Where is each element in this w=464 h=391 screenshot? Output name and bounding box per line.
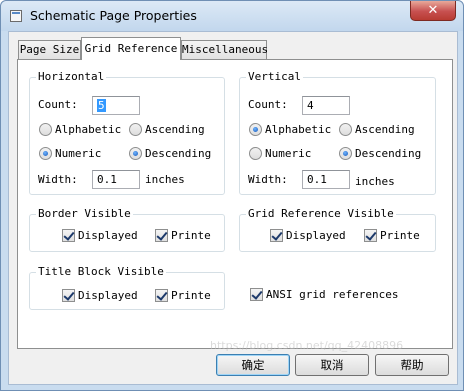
window-title: Schematic Page Properties: [30, 8, 197, 23]
vertical-width-unit: inches: [355, 175, 395, 188]
vertical-width-input[interactable]: 0.1: [302, 170, 350, 189]
vertical-group: Vertical Count: 4 Alphabetic Ascending N…: [239, 70, 436, 195]
horizontal-group: Horizontal Count: 5 Alphabetic Ascending…: [29, 70, 225, 195]
dialog-body: Page Size Grid Reference Miscellaneous H…: [8, 31, 458, 385]
horizontal-numeric-label: Numeric: [55, 147, 102, 160]
tab-page-size[interactable]: Page Size: [18, 40, 81, 59]
grid-reference-panel: Horizontal Count: 5 Alphabetic Ascending…: [17, 59, 453, 349]
titleblock-displayed-checkbox[interactable]: [62, 289, 75, 302]
close-button[interactable]: ✕: [410, 1, 456, 21]
border-displayed-label: Displayed: [78, 229, 138, 242]
window-icon: [10, 10, 22, 22]
vertical-width-label: Width:: [248, 173, 288, 186]
horizontal-ascending-radio[interactable]: [129, 123, 142, 136]
horizontal-group-title: Horizontal: [36, 70, 107, 84]
gridref-printed-label: Printe: [380, 229, 420, 242]
ansi-grid-references-label: ANSI grid references: [266, 288, 399, 301]
title-bar[interactable]: Schematic Page Properties: [1, 1, 463, 31]
vertical-group-title: Vertical: [246, 70, 303, 84]
horizontal-alphabetic-label: Alphabetic: [55, 123, 122, 136]
vertical-alphabetic-label: Alphabetic: [265, 123, 332, 136]
title-block-visible-group: Title Block Visible Displayed Printe: [29, 265, 225, 310]
ok-button[interactable]: 确定: [216, 354, 290, 376]
vertical-ascending-label: Ascending: [355, 123, 415, 136]
horizontal-descending-radio[interactable]: [129, 147, 142, 160]
border-printed-checkbox[interactable]: [155, 229, 168, 242]
vertical-alphabetic-radio[interactable]: [249, 123, 262, 136]
grid-reference-visible-group: Grid Reference Visible Displayed Printe: [239, 207, 436, 252]
help-button[interactable]: 帮助: [375, 354, 449, 376]
horizontal-count-label: Count:: [38, 98, 78, 111]
titleblock-printed-label: Printe: [171, 289, 211, 302]
vertical-count-label: Count:: [248, 98, 288, 111]
vertical-ascending-radio[interactable]: [339, 123, 352, 136]
vertical-numeric-radio[interactable]: [249, 147, 262, 160]
titleblock-printed-checkbox[interactable]: [155, 289, 168, 302]
border-displayed-checkbox[interactable]: [62, 229, 75, 242]
horizontal-alphabetic-radio[interactable]: [39, 123, 52, 136]
dialog-window: Schematic Page Properties ✕ Page Size Gr…: [0, 0, 464, 391]
grid-reference-visible-title: Grid Reference Visible: [246, 207, 396, 221]
watermark: https://blog.csdn.net/qq_42408896: [210, 339, 404, 352]
ansi-grid-references-checkbox[interactable]: [250, 288, 263, 301]
vertical-count-input[interactable]: 4: [302, 96, 350, 115]
horizontal-width-input[interactable]: 0.1: [92, 170, 140, 189]
gridref-displayed-label: Displayed: [286, 229, 346, 242]
tab-miscellaneous[interactable]: Miscellaneous: [181, 40, 268, 59]
cancel-button[interactable]: 取消: [295, 354, 369, 376]
gridref-printed-checkbox[interactable]: [364, 229, 377, 242]
border-visible-group: Border Visible Displayed Printe: [29, 207, 225, 252]
title-block-visible-title: Title Block Visible: [36, 265, 166, 279]
horizontal-descending-label: Descending: [145, 147, 212, 160]
tab-grid-reference[interactable]: Grid Reference: [81, 37, 181, 60]
horizontal-width-label: Width:: [38, 173, 78, 186]
horizontal-count-input[interactable]: 5: [92, 96, 140, 115]
titleblock-displayed-label: Displayed: [78, 289, 138, 302]
horizontal-ascending-label: Ascending: [145, 123, 205, 136]
horizontal-width-unit: inches: [145, 173, 185, 186]
vertical-descending-label: Descending: [355, 147, 422, 160]
vertical-numeric-label: Numeric: [265, 147, 312, 160]
gridref-displayed-checkbox[interactable]: [270, 229, 283, 242]
vertical-descending-radio[interactable]: [339, 147, 352, 160]
border-visible-title: Border Visible: [36, 207, 133, 221]
horizontal-count-value: 5: [97, 99, 106, 112]
horizontal-numeric-radio[interactable]: [39, 147, 52, 160]
border-printed-label: Printe: [171, 229, 211, 242]
